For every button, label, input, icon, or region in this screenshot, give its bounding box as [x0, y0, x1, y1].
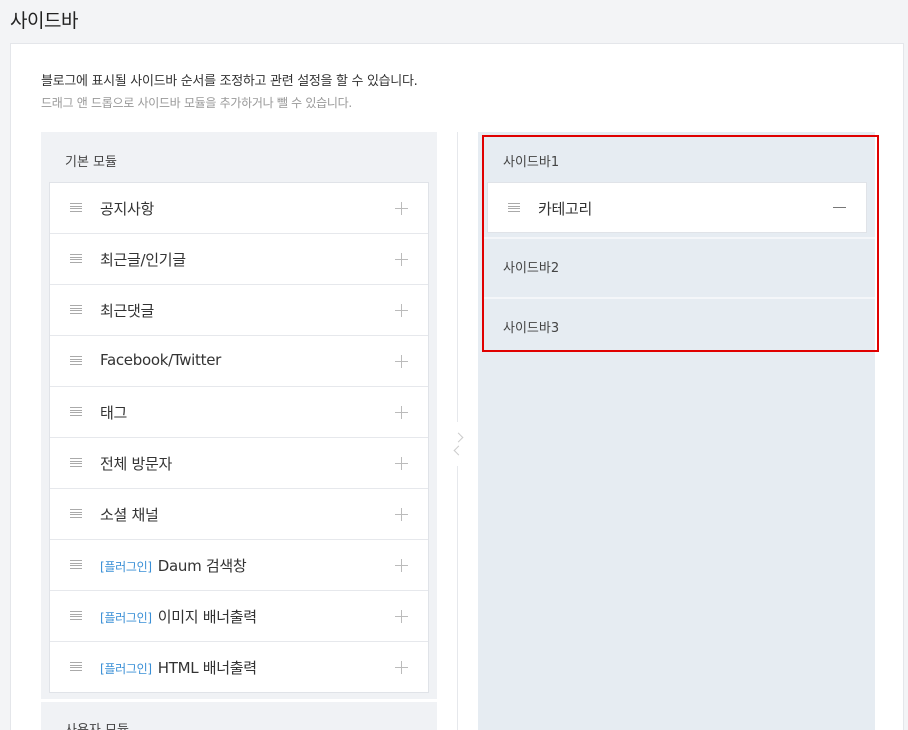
module-item-facebook-twitter[interactable]: Facebook/Twitter: [50, 336, 428, 387]
module-label: [플러그인] 이미지 배너출력: [100, 606, 257, 627]
module-name: 공지사항: [100, 200, 155, 218]
sidebar-3-title: 사이드바3: [503, 321, 560, 336]
module-label: 태그: [100, 402, 127, 423]
move-arrows: [452, 422, 464, 466]
drag-handle-icon[interactable]: [70, 611, 82, 620]
basic-modules-box: 기본 모듈 공지사항 최근글/인기글 최근댓글 Facebook/Twitter: [41, 132, 437, 699]
basic-module-list: 공지사항 최근글/인기글 최근댓글 Facebook/Twitter 태그 전체…: [49, 182, 429, 693]
chevron-right-icon[interactable]: [453, 432, 463, 443]
drag-handle-icon[interactable]: [70, 458, 82, 467]
sidebar-group: 사이드바1 카테고리 사이드바2 사이드바3: [483, 136, 875, 349]
plus-icon[interactable]: [395, 559, 408, 572]
plus-icon[interactable]: [395, 253, 408, 266]
module-label: 최근댓글: [100, 300, 154, 321]
plus-icon[interactable]: [395, 355, 408, 368]
plus-icon[interactable]: [395, 406, 408, 419]
sidebar-2-section[interactable]: 사이드바2: [483, 239, 875, 299]
plus-icon[interactable]: [395, 661, 408, 674]
module-name: HTML 배너출력: [157, 659, 257, 677]
module-item-recent-comments[interactable]: 최근댓글: [50, 285, 428, 336]
module-label: 최근글/인기글: [100, 249, 186, 270]
drag-handle-icon[interactable]: [508, 203, 520, 212]
module-label: [플러그인] Daum 검색창: [100, 555, 247, 576]
drag-handle-icon[interactable]: [70, 407, 82, 416]
sidebar-1-section[interactable]: 사이드바1 카테고리: [483, 136, 875, 239]
sidebar-2-title: 사이드바2: [503, 261, 560, 276]
drag-handle-icon[interactable]: [70, 305, 82, 314]
module-name: Facebook/Twitter: [100, 351, 222, 369]
plus-icon[interactable]: [395, 610, 408, 623]
module-item-recent-popular[interactable]: 최근글/인기글: [50, 234, 428, 285]
sidebar-1-title: 사이드바1: [503, 155, 560, 170]
description-line-2: 드래그 앤 드롭으로 사이드바 모듈을 추가하거나 뺄 수 있습니다.: [41, 96, 352, 110]
module-label: 공지사항: [100, 198, 154, 219]
plugin-tag: [플러그인]: [100, 662, 152, 676]
user-modules-title: 사용자 모듈: [65, 719, 129, 730]
module-item-daum-search[interactable]: [플러그인] Daum 검색창: [50, 540, 428, 591]
module-name: 카테고리: [538, 200, 593, 218]
module-item-tags[interactable]: 태그: [50, 387, 428, 438]
chevron-left-icon[interactable]: [453, 445, 463, 456]
drag-handle-icon[interactable]: [70, 560, 82, 569]
plus-icon[interactable]: [395, 457, 408, 470]
module-label: 전체 방문자: [100, 453, 172, 474]
sidebar-settings-panel: 블로그에 표시될 사이드바 순서를 조정하고 관련 설정을 할 수 있습니다. …: [10, 43, 904, 730]
basic-modules-title: 기본 모듈: [65, 155, 117, 170]
plus-icon[interactable]: [395, 304, 408, 317]
module-item-notice[interactable]: 공지사항: [50, 183, 428, 234]
module-name: 최근글/인기글: [100, 251, 186, 269]
user-modules-box: 사용자 모듈: [41, 702, 437, 730]
module-item-html-banner[interactable]: [플러그인] HTML 배너출력: [50, 642, 428, 692]
description-line-1: 블로그에 표시될 사이드바 순서를 조정하고 관련 설정을 할 수 있습니다.: [41, 74, 418, 89]
drag-handle-icon[interactable]: [70, 254, 82, 263]
module-label: 소셜 채널: [100, 504, 159, 525]
module-name: 소셜 채널: [100, 506, 159, 524]
module-name: 최근댓글: [100, 302, 155, 320]
sidebar-item-category[interactable]: 카테고리: [487, 182, 867, 233]
minus-icon[interactable]: [833, 207, 846, 208]
drag-handle-icon[interactable]: [70, 203, 82, 212]
drag-handle-icon[interactable]: [70, 356, 82, 365]
module-label: Facebook/Twitter: [100, 351, 221, 369]
module-item-image-banner[interactable]: [플러그인] 이미지 배너출력: [50, 591, 428, 642]
plus-icon[interactable]: [395, 508, 408, 521]
sidebar-3-section[interactable]: 사이드바3: [483, 299, 875, 349]
module-name: 이미지 배너출력: [157, 608, 257, 626]
module-label: [플러그인] HTML 배너출력: [100, 657, 257, 678]
module-name: 태그: [100, 404, 128, 422]
module-name: 전체 방문자: [100, 455, 172, 473]
module-name: Daum 검색창: [157, 557, 247, 575]
module-item-total-visitors[interactable]: 전체 방문자: [50, 438, 428, 489]
plus-icon[interactable]: [395, 202, 408, 215]
module-item-social-channel[interactable]: 소셜 채널: [50, 489, 428, 540]
plugin-tag: [플러그인]: [100, 560, 152, 574]
drag-handle-icon[interactable]: [70, 509, 82, 518]
plugin-tag: [플러그인]: [100, 611, 152, 625]
page-title: 사이드바: [10, 10, 78, 32]
drag-handle-icon[interactable]: [70, 662, 82, 671]
